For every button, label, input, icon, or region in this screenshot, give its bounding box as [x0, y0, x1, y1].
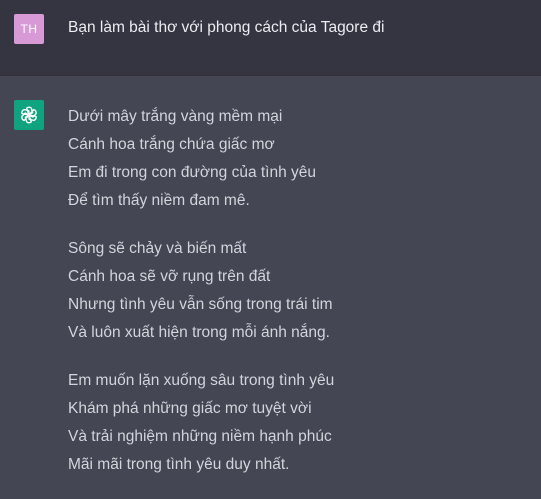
user-avatar: TH [14, 14, 44, 44]
assistant-poem: Dưới mây trắng vàng mềm mại Cánh hoa trắ… [68, 103, 528, 499]
poem-line: Cánh hoa sẽ vỡ rụng trên đất [68, 268, 271, 285]
poem-stanza-3: Em muốn lặn xuống sâu trong tình yêu Khá… [68, 367, 528, 479]
poem-line: Dưới mây trắng vàng mềm mại [68, 108, 283, 125]
poem-line: Và trải nghiệm những niềm hạnh phúc [68, 428, 332, 445]
user-message-row: TH Bạn làm bài thơ với phong cách của Ta… [0, 0, 541, 76]
assistant-message-row: Dưới mây trắng vàng mềm mại Cánh hoa trắ… [0, 76, 541, 496]
poem-stanza-1: Dưới mây trắng vàng mềm mại Cánh hoa trắ… [68, 103, 528, 215]
openai-logo-icon [21, 106, 37, 124]
poem-line: Em đi trong con đường của tình yêu [68, 164, 317, 181]
poem-line: Mãi mãi trong tình yêu duy nhất. [68, 456, 290, 473]
user-message-text: Bạn làm bài thơ với phong cách của Tagor… [68, 19, 385, 36]
poem-line: Để tìm thấy niềm đam mê. [68, 192, 250, 209]
poem-line: Và luôn xuất hiện trong mỗi ánh nắng. [68, 324, 330, 341]
poem-line: Cánh hoa trắng chứa giấc mơ [68, 136, 275, 153]
poem-line: Sông sẽ chảy và biến mất [68, 240, 247, 257]
poem-line: Nhưng tình yêu vẫn sống trong trái tim [68, 296, 333, 313]
poem-stanza-2: Sông sẽ chảy và biến mất Cánh hoa sẽ vỡ … [68, 235, 528, 347]
assistant-avatar [14, 100, 44, 130]
poem-line: Khám phá những giấc mơ tuyệt vời [68, 400, 312, 417]
poem-line: Em muốn lặn xuống sâu trong tình yêu [68, 372, 335, 389]
